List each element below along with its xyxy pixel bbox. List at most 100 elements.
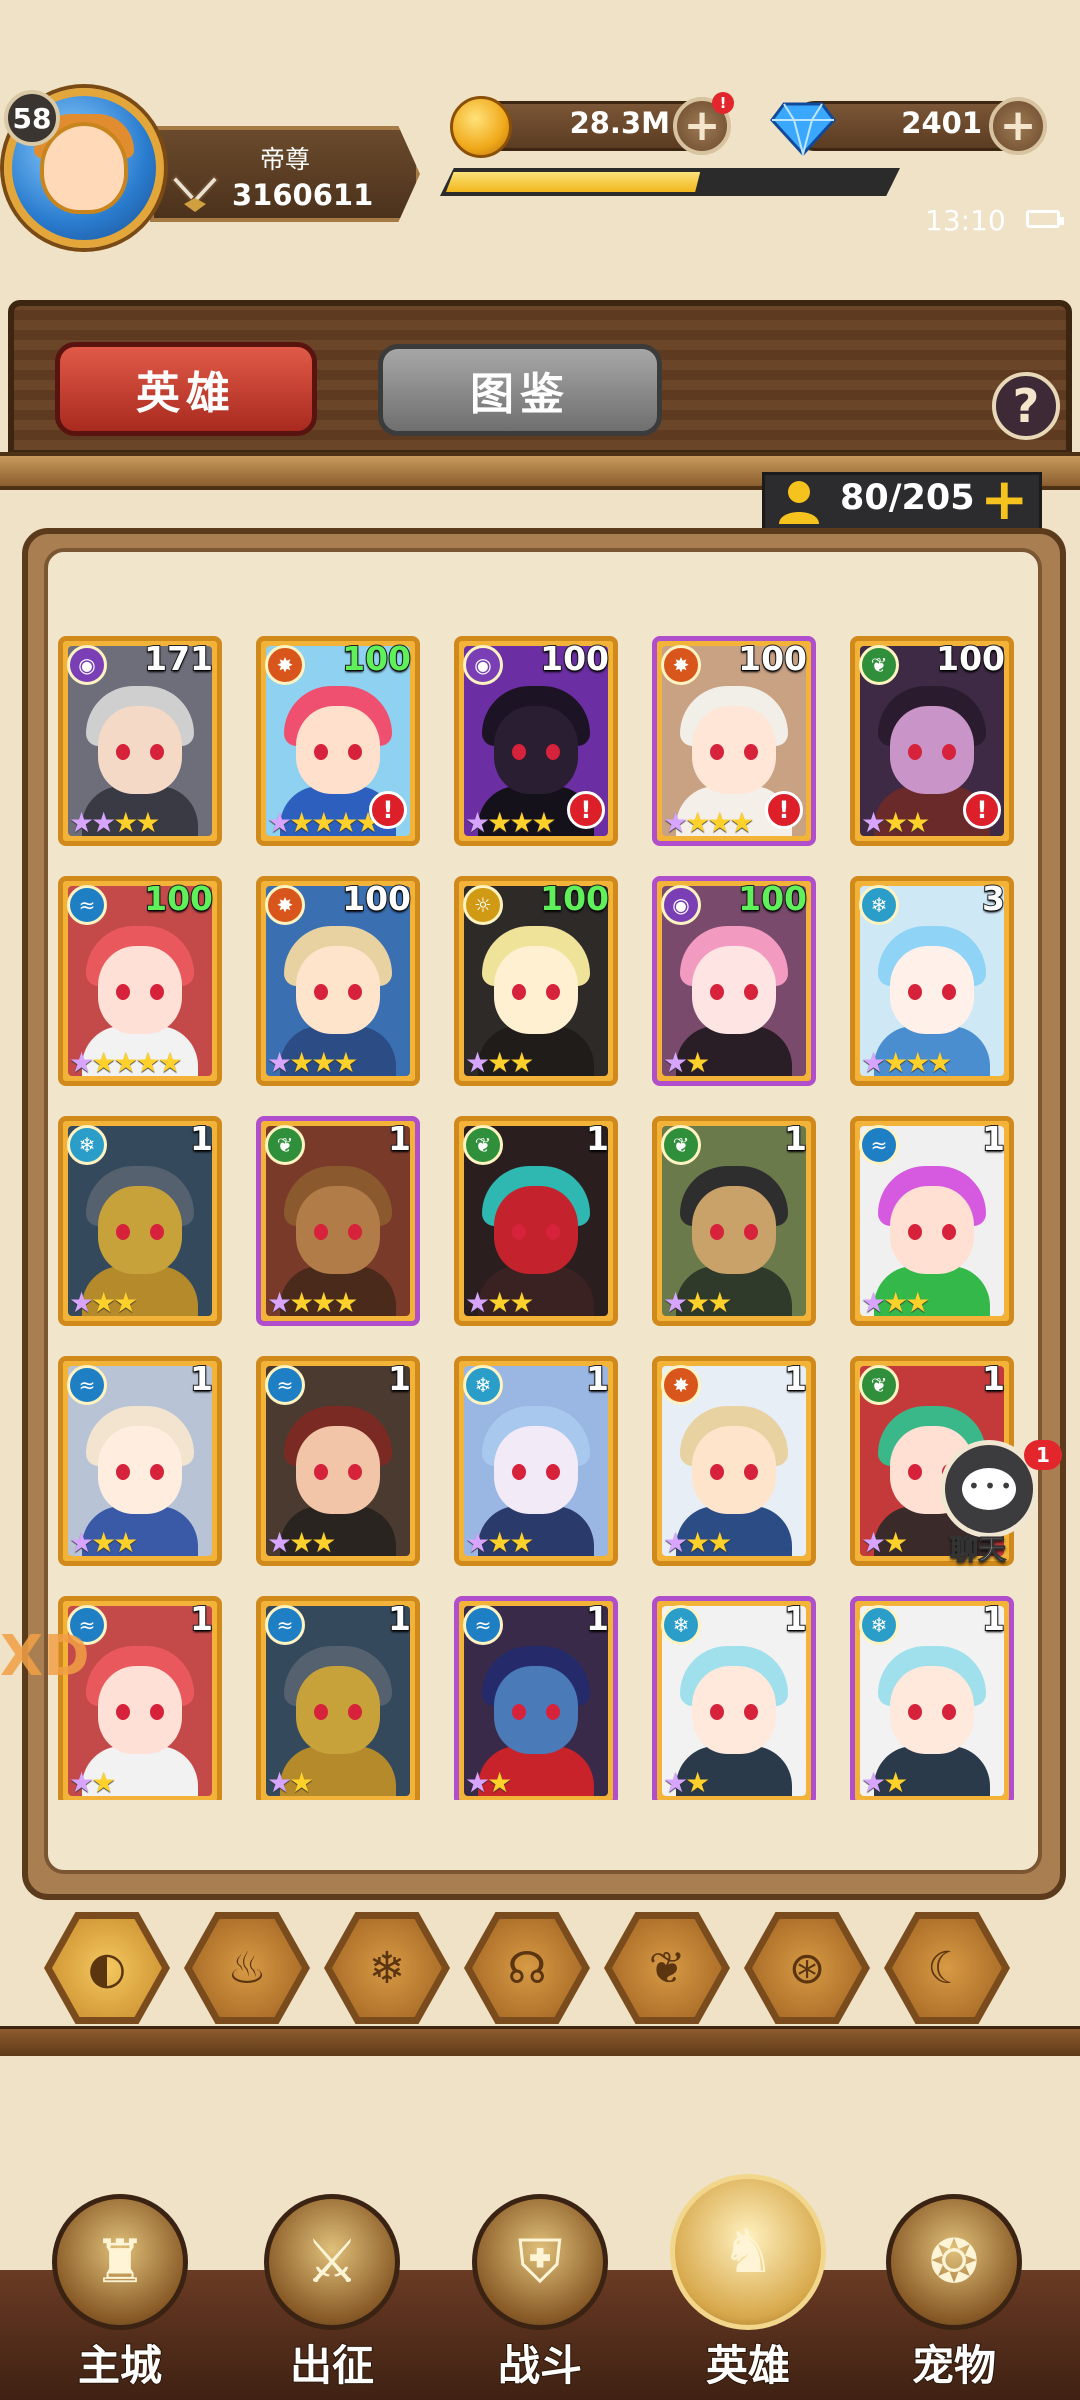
hooded-hero-icon: ♞ [670,2174,826,2330]
hero-card[interactable]: ✸ 100 ★★★★! [652,636,816,846]
hero-eye [710,1224,724,1240]
star-icon: ★ [487,1526,512,1559]
hero-eye [348,1704,362,1720]
status-clock: 13:10 [925,204,1006,237]
filter-water-button[interactable]: ☊ [464,1912,590,2024]
upgrade-alert-icon: ! [369,791,407,829]
hero-star-rating: ★★ [861,1769,908,1797]
hero-star-rating: ★★★ [69,1286,138,1319]
sun-icon: ☾ [892,1919,1002,2017]
filter-nature-button[interactable]: ❦ [604,1912,730,2024]
hero-card[interactable]: ≈1 ★★ [256,1596,420,1800]
hero-card[interactable]: ≈1 ★★★ [256,1356,420,1566]
hero-card[interactable]: ≈1 ★★ [454,1596,618,1800]
filter-ice-button[interactable]: ❄ [324,1912,450,2024]
star-icon: ★ [707,1526,732,1559]
star-icon: ★ [927,1046,952,1079]
hero-card[interactable]: ❄ 1 ★★★ [454,1356,618,1566]
chat-unread-badge: 1 [1024,1440,1062,1470]
eye-rune-icon: ◉ [661,885,701,925]
hero-level: 100 [737,879,808,919]
star-icon: ★ [663,1526,688,1559]
star-icon: ★ [311,806,336,839]
nav-label: 出征 [289,2340,375,2391]
hero-face [98,946,182,1034]
star-icon: ★ [69,1286,94,1319]
hero-card[interactable]: ☼ 100 ★★★ [454,876,618,1086]
hero-star-rating: ★★★ [663,1526,732,1559]
player-level-badge: 58 [4,90,60,146]
nav-battle-button[interactable]: ⛨ 战斗 [460,2194,620,2394]
hero-eye [150,1224,164,1240]
tab-heroes[interactable]: 英雄 [55,342,317,436]
hero-card[interactable]: ◉ 171 ★★★★ [58,636,222,846]
star-icon: ★ [487,1766,512,1799]
hero-card[interactable]: ❄ 3 ★★★★ [850,876,1014,1086]
hero-card[interactable]: ❄ 1 ★★★ [58,1116,222,1326]
hero-eye [512,1704,526,1720]
nav-main-city-button[interactable]: ♜ 主城 [40,2194,200,2394]
nav-heroes-button[interactable]: ♞ 英雄 [668,2174,828,2394]
hero-card[interactable]: ❦ 1 ★★★★ [256,1116,420,1326]
fire-icon: ✸ [661,645,701,685]
hero-level: 1 [585,1119,610,1159]
star-icon: ★ [91,1766,116,1799]
filter-dark-button[interactable]: ⊛ [744,1912,870,2024]
hero-card[interactable]: ≈100 ★★★★★ [58,876,222,1086]
star-icon: ★ [289,1766,314,1799]
hero-card[interactable]: ✸ 100 ★★★★ [256,876,420,1086]
eye-rune-icon: ◉ [463,645,503,685]
star-icon: ★ [663,806,688,839]
hero-star-rating: ★★★ [861,809,930,837]
hero-card[interactable]: ✸ 100 ★★★★★! [256,636,420,846]
hero-eye [314,1704,328,1720]
leaf-icon: ❦ [612,1919,722,2017]
hero-star-rating: ★★★★★ [69,1046,183,1079]
hero-card[interactable]: ❦ 1 ★★★ [454,1116,618,1326]
hero-level: 1 [387,1119,412,1159]
hero-card[interactable]: ❦ 100 ★★★! [850,636,1014,846]
hero-card[interactable]: ❦ 1 ★★★ [652,1116,816,1326]
hero-card[interactable]: ◉ 100 ★★ [652,876,816,1086]
crossed-axes-icon: ⚔ [264,2194,400,2330]
tab-codex[interactable]: 图鉴 [378,344,662,436]
nav-label: 主城 [77,2340,163,2391]
nav-label: 英雄 [705,2340,791,2391]
power-value: 3160611 [232,178,374,212]
star-icon: ★ [91,1046,116,1079]
filter-all-button[interactable]: ◐ [44,1912,170,2024]
star-icon: ★ [861,1286,886,1319]
star-icon: ★ [905,1286,930,1319]
help-button[interactable]: ? [992,372,1060,440]
star-icon: ★ [333,1046,358,1079]
hero-star-rating: ★★★★ [267,1289,358,1317]
hero-star-rating: ★★★ [465,1049,534,1077]
hero-card[interactable]: ≈1 ★★★ [850,1116,1014,1326]
hero-card[interactable]: ◉ 100 ★★★★! [454,636,618,846]
star-icon: ★ [267,806,292,839]
hero-star-rating: ★★ [663,1049,710,1077]
nav-expedition-button[interactable]: ⚔ 出征 [252,2194,412,2394]
star-icon: ★ [465,1526,490,1559]
hero-card[interactable]: ✸ 1 ★★★ [652,1356,816,1566]
filter-fire-button[interactable]: ♨ [184,1912,310,2024]
expand-capacity-button[interactable]: + [980,470,1029,528]
hero-level: 1 [783,1359,808,1399]
eye-rune-icon: ◉ [67,645,107,685]
hero-eye [116,1464,130,1480]
hero-card[interactable]: ≈1 ★★★ [58,1356,222,1566]
star-icon: ★ [333,806,358,839]
hero-eye [116,1704,130,1720]
hero-face [692,1426,776,1514]
hero-star-rating: ★★★ [465,1289,534,1317]
hero-face [692,1666,776,1754]
hero-face [494,706,578,794]
hero-face [296,1186,380,1274]
hero-grid[interactable]: ◉ 171 ★★★★ ✸ 100 ★★★★★! ◉ 100 ★★★★! ✸ 100 ★★★★! ❦ 100… [58,636,1030,1800]
hero-star-rating: ★★ [267,1766,314,1799]
add-gems-button[interactable]: + [989,97,1047,155]
hero-card[interactable]: ❄ 1 ★★ [850,1596,1014,1800]
nav-pets-button[interactable]: ❂ 宠物 [874,2194,1034,2394]
filter-light-button[interactable]: ☾ [884,1912,1010,2024]
hero-card[interactable]: ❄ 1 ★★ [652,1596,816,1800]
